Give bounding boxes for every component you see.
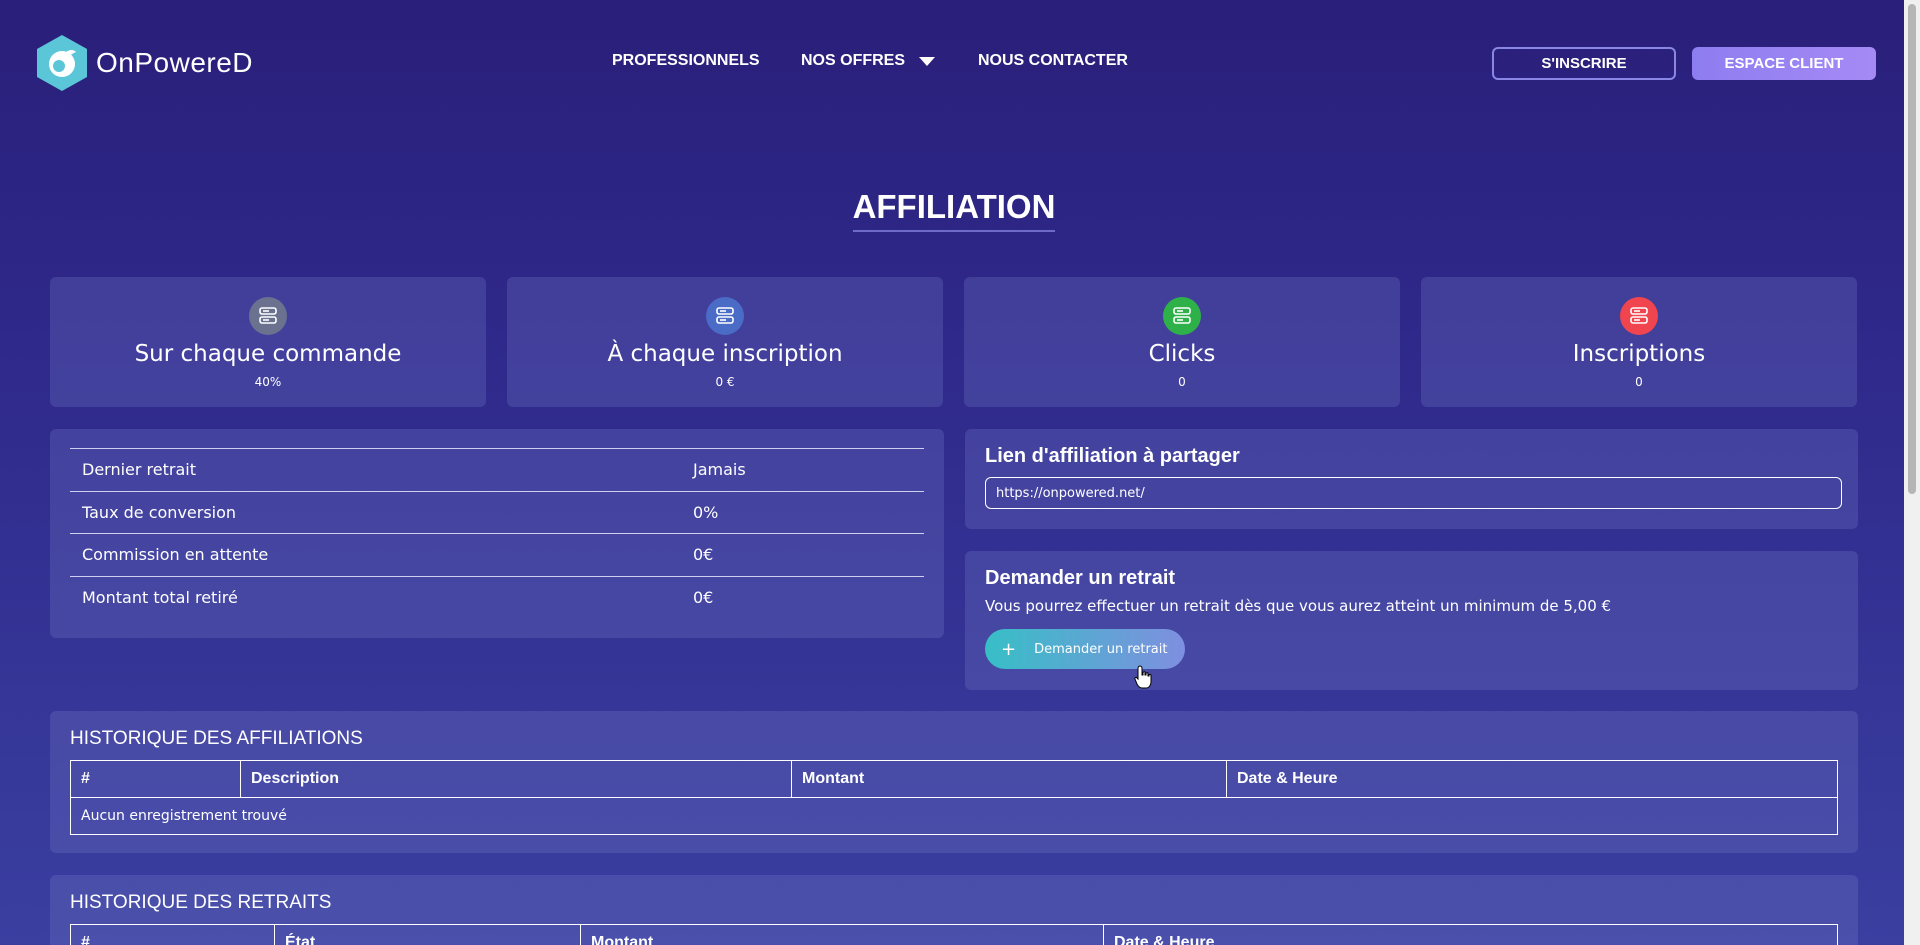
nav-label: NOS OFFRES bbox=[801, 52, 906, 69]
client-area-button[interactable]: ESPACE CLIENT bbox=[1692, 47, 1876, 80]
scrollbar-thumb[interactable] bbox=[1908, 4, 1916, 494]
row-label: Taux de conversion bbox=[70, 490, 681, 534]
chevron-down-icon bbox=[919, 56, 936, 66]
row-label: Dernier retrait bbox=[70, 448, 681, 491]
nav-nous-contacter[interactable]: NOUS CONTACTER bbox=[978, 52, 1128, 70]
stat-card-inscriptions: Inscriptions 0 bbox=[1421, 277, 1857, 407]
table-row: Commission en attente 0€ bbox=[70, 533, 924, 576]
table-row: Dernier retrait Jamais bbox=[70, 448, 924, 491]
column-header: Montant bbox=[791, 760, 1227, 798]
logo-hex-icon bbox=[36, 34, 88, 92]
site-header: OnPowereD PROFESSIONNELS NOS OFFRES NOUS… bbox=[0, 0, 1904, 125]
empty-row-text: Aucun enregistrement trouvé bbox=[70, 797, 1838, 835]
stat-card-inscription: À chaque inscription 0 € bbox=[507, 277, 943, 407]
affiliation-history-card: HISTORIQUE DES AFFILIATIONS # Descriptio… bbox=[50, 711, 1858, 853]
withdraw-history-card: HISTORIQUE DES RETRAITS # État Montant D… bbox=[50, 875, 1858, 945]
nav-label: NOUS CONTACTER bbox=[978, 52, 1128, 69]
stat-title: À chaque inscription bbox=[607, 341, 843, 367]
request-withdraw-button[interactable]: + Demander un retrait bbox=[985, 629, 1185, 669]
brand-logo[interactable]: OnPowereD bbox=[36, 34, 253, 92]
stat-title: Clicks bbox=[1148, 341, 1216, 367]
stat-card-commande: Sur chaque commande 40% bbox=[50, 277, 486, 407]
withdraw-button-label: Demander un retrait bbox=[1034, 641, 1168, 657]
affiliate-summary-table: Dernier retrait Jamais Taux de conversio… bbox=[70, 448, 924, 619]
stat-value: 40% bbox=[254, 375, 282, 389]
server-icon bbox=[706, 297, 744, 335]
row-label: Montant total retiré bbox=[70, 575, 681, 619]
row-value: Jamais bbox=[681, 448, 924, 491]
server-icon bbox=[249, 297, 287, 335]
plus-icon: + bbox=[1001, 638, 1017, 660]
page-title-text: AFFILIATION bbox=[852, 188, 1056, 232]
nav-nos-offres[interactable]: NOS OFFRES bbox=[801, 52, 936, 70]
withdraw-history-heading: HISTORIQUE DES RETRAITS bbox=[70, 892, 332, 913]
table-row: Taux de conversion 0% bbox=[70, 490, 924, 534]
withdraw-history-table: # État Montant Date & Heure bbox=[70, 924, 1838, 945]
column-header: # bbox=[70, 760, 241, 798]
stat-title: Sur chaque commande bbox=[134, 341, 402, 367]
affiliate-link-value: https://onpowered.net/ bbox=[996, 485, 1145, 501]
row-label: Commission en attente bbox=[70, 533, 681, 576]
row-value: 0€ bbox=[681, 533, 924, 576]
column-header: Montant bbox=[580, 924, 1104, 945]
column-header: État bbox=[274, 924, 581, 945]
affiliate-link-heading: Lien d'affiliation à partager bbox=[985, 445, 1240, 467]
affiliate-link-input[interactable]: https://onpowered.net/ bbox=[985, 477, 1842, 509]
stat-value: 0 € bbox=[715, 375, 735, 389]
affiliation-history-table: # Description Montant Date & Heure Aucun… bbox=[70, 760, 1838, 835]
table-header-row: # Description Montant Date & Heure bbox=[70, 760, 1838, 798]
column-header: Date & Heure bbox=[1226, 760, 1838, 798]
affiliation-history-heading: HISTORIQUE DES AFFILIATIONS bbox=[70, 728, 363, 749]
column-header: Description bbox=[240, 760, 792, 798]
row-value: 0% bbox=[681, 490, 924, 534]
stat-value: 0 bbox=[1635, 375, 1643, 389]
withdraw-heading: Demander un retrait bbox=[985, 567, 1176, 589]
withdraw-description: Vous pourrez effectuer un retrait dès qu… bbox=[985, 597, 1612, 615]
table-row: Aucun enregistrement trouvé bbox=[70, 797, 1838, 835]
table-header-row: # État Montant Date & Heure bbox=[70, 924, 1838, 945]
column-header: Date & Heure bbox=[1103, 924, 1838, 945]
column-header: # bbox=[70, 924, 275, 945]
signup-button[interactable]: S'INSCRIRE bbox=[1492, 47, 1676, 80]
affiliate-link-card: Lien d'affiliation à partager https://on… bbox=[965, 429, 1858, 529]
stat-card-clicks: Clicks 0 bbox=[964, 277, 1400, 407]
withdraw-card: Demander un retrait Vous pourrez effectu… bbox=[965, 551, 1858, 690]
nav-label: PROFESSIONNELS bbox=[612, 52, 760, 69]
stat-value: 0 bbox=[1178, 375, 1186, 389]
brand-name: OnPowereD bbox=[96, 47, 254, 78]
stat-title: Inscriptions bbox=[1572, 341, 1706, 367]
hand-cursor-icon bbox=[1134, 665, 1152, 689]
table-row: Montant total retiré 0€ bbox=[70, 575, 924, 619]
nav-professionnels[interactable]: PROFESSIONNELS bbox=[612, 52, 760, 70]
affiliate-summary-card: Dernier retrait Jamais Taux de conversio… bbox=[50, 429, 944, 638]
server-icon bbox=[1620, 297, 1658, 335]
page-title: AFFILIATION bbox=[0, 188, 1908, 232]
row-value: 0€ bbox=[681, 575, 924, 619]
page-scrollbar[interactable] bbox=[1904, 0, 1920, 945]
server-icon bbox=[1163, 297, 1201, 335]
